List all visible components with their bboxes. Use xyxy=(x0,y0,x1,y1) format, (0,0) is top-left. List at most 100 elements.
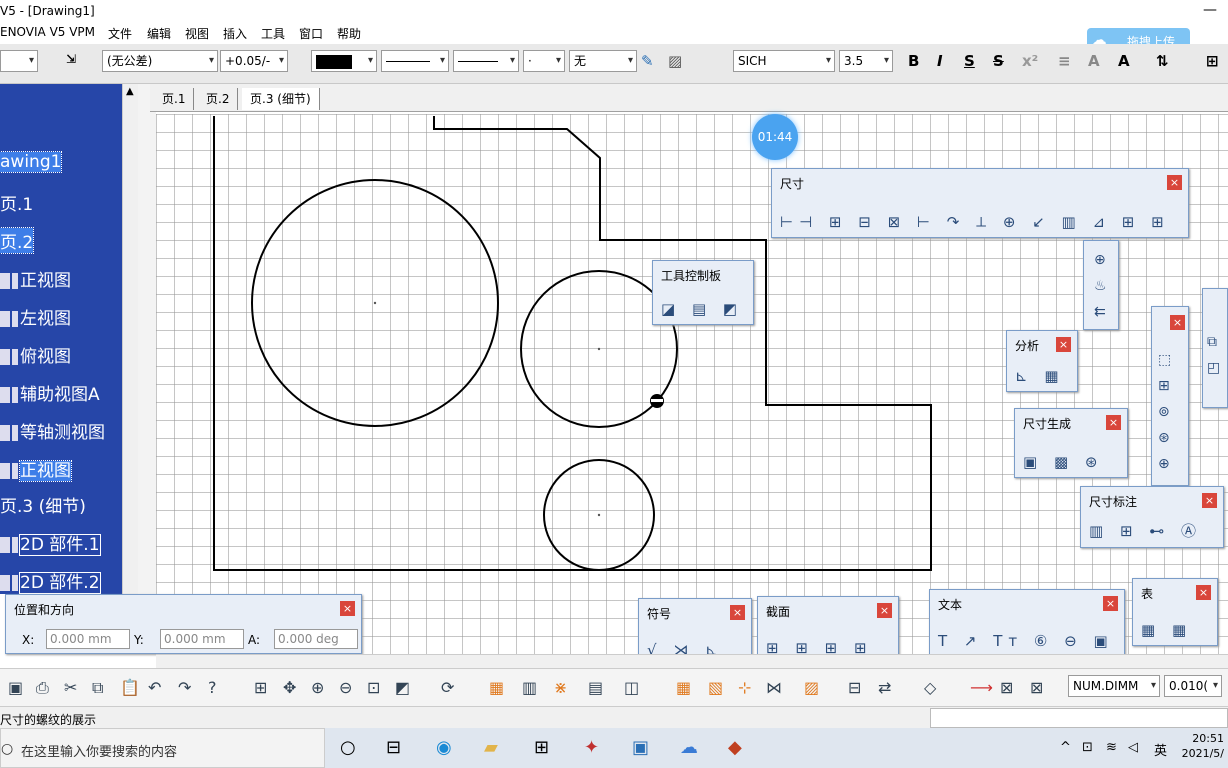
dim-annotation-icons[interactable]: ▥ ⊞ ⊷ Ⓐ xyxy=(1089,520,1202,541)
view-frame-icon[interactable]: ▥ xyxy=(522,678,537,697)
align-icon[interactable]: ≡ xyxy=(1058,52,1071,70)
folder-icon[interactable]: ▰ xyxy=(484,737,498,758)
more-tools-icon[interactable]: ⊞ xyxy=(1206,52,1219,70)
menu-enovia[interactable]: ENOVIA V5 VPM xyxy=(0,25,95,39)
close-icon[interactable]: × xyxy=(1202,493,1217,508)
print-icon[interactable]: ⎙ xyxy=(36,678,49,698)
tree-item-drawing[interactable]: awing1 xyxy=(0,151,63,173)
catia-icon[interactable]: ◆ xyxy=(728,737,742,758)
x-input[interactable]: 0.000 mm xyxy=(46,629,130,649)
task-view-icon[interactable]: ⊟ xyxy=(386,737,401,758)
pattern-combo[interactable]: 无 ▾ xyxy=(569,50,637,72)
cloud-app-icon[interactable]: ☁ xyxy=(680,737,698,758)
menu-edit[interactable]: 编辑 xyxy=(147,25,171,42)
dimension-style-icon[interactable]: ⇲ xyxy=(66,52,76,66)
lineweight-combo[interactable]: ▾ xyxy=(453,50,519,72)
side-tool-icons[interactable]: ⬚ ⊞ ⊚ ⊛ ⊕ xyxy=(1158,347,1171,477)
analysis-icons[interactable]: ⊾ ▦ xyxy=(1015,367,1065,385)
tree-item-part-1[interactable]: 2D 部件.1 xyxy=(0,530,101,556)
layer-icon[interactable]: ◇ xyxy=(924,678,936,697)
close-icon[interactable]: × xyxy=(1196,585,1211,600)
tray-chevron-icon[interactable]: ^ xyxy=(1060,740,1071,755)
hatch-icon[interactable]: ▨ xyxy=(668,52,682,70)
help-icon[interactable]: ? xyxy=(208,678,217,697)
table-icons[interactable]: ▦ ▦ xyxy=(1141,621,1192,639)
store-icon[interactable]: ⊞ xyxy=(534,737,549,758)
close-icon[interactable]: × xyxy=(340,601,355,616)
wifi-icon[interactable]: ≋ xyxy=(1106,740,1117,755)
dimension-tools-icon[interactable]: ⊢⊣ ⊞ ⊟ ⊠ ⊢ ↷ ⟂ ⊕ ↙ ▥ ⊿ ⊞ ⊞ xyxy=(780,213,1170,231)
close-icon[interactable]: × xyxy=(1167,175,1182,190)
cut-icon[interactable]: ✂ xyxy=(64,678,77,697)
detail-icon[interactable]: ◫ xyxy=(624,678,639,697)
menu-view[interactable]: 视图 xyxy=(185,25,209,42)
menu-help[interactable]: 帮助 xyxy=(337,25,361,42)
minimize-button[interactable]: — xyxy=(1203,2,1217,18)
tree-item-aux-view[interactable]: 辅助视图A xyxy=(0,380,100,405)
menu-file[interactable]: 文件 xyxy=(108,25,132,42)
menu-tools[interactable]: 工具 xyxy=(261,25,285,42)
close-icon[interactable]: × xyxy=(1170,315,1185,330)
tree-item-iso-view[interactable]: 等轴测视图 xyxy=(0,418,105,443)
update-icon[interactable]: ▨ xyxy=(804,678,819,697)
angle-input[interactable]: 0.000 deg xyxy=(274,629,358,649)
tolerance-combo[interactable]: (无公差) ▾ xyxy=(102,50,218,72)
tree-item-top-view[interactable]: 俯视图 xyxy=(0,342,71,367)
dimension-icon[interactable]: ▤ xyxy=(588,678,603,697)
measure-icon[interactable]: ⊟ xyxy=(848,678,861,697)
text-frame-icon[interactable]: A xyxy=(1088,52,1100,70)
text-frame-box-icon[interactable]: A xyxy=(1118,52,1130,70)
app-icon[interactable]: ✦ xyxy=(584,737,599,758)
paint-brush-icon[interactable]: ✎ xyxy=(641,52,654,70)
cursor-snap-icon[interactable]: ⊹ xyxy=(738,678,751,697)
tree-item-front-view[interactable]: 正视图 xyxy=(0,266,71,291)
edge-tool-icons[interactable]: ⧉ ◰ xyxy=(1207,329,1220,381)
anchor-icon[interactable]: ⇅ xyxy=(1156,52,1169,70)
tree-item-front-view-2[interactable]: 正视图 xyxy=(0,456,72,482)
precision-combo[interactable]: +0.05/- ▾ xyxy=(220,50,288,72)
tree-item-sheet-2[interactable]: 页.2 xyxy=(0,227,35,254)
tree-item-left-view[interactable]: 左视图 xyxy=(0,304,71,329)
clock[interactable]: 20:51 2021/5/ xyxy=(1182,731,1224,761)
strikethrough-button[interactable]: S xyxy=(993,52,1004,70)
num-value-combo[interactable]: 0.010(▾ xyxy=(1164,675,1222,697)
menu-insert[interactable]: 插入 xyxy=(223,25,247,42)
volume-icon[interactable]: ◁ xyxy=(1128,740,1138,755)
dim-generation-icons[interactable]: ▣ ▩ ⊛ xyxy=(1023,453,1103,471)
grid-icon[interactable]: ▦ xyxy=(489,678,504,697)
y-input[interactable]: 0.000 mm xyxy=(160,629,244,649)
snap-icon[interactable]: ⋇ xyxy=(554,678,567,697)
network-icon[interactable]: ⊡ xyxy=(1082,740,1093,755)
app-2-icon[interactable]: ▣ xyxy=(632,737,649,758)
zoom-out-icon[interactable]: ⊖ xyxy=(339,678,352,697)
filter-icon[interactable]: ⊠ xyxy=(1000,678,1013,697)
color-combo[interactable]: ▾ xyxy=(311,50,377,72)
tree-item-part-2[interactable]: 2D 部件.2 xyxy=(0,568,101,594)
close-icon[interactable]: × xyxy=(730,605,745,620)
grid-2-icon[interactable]: ▦ xyxy=(676,678,691,697)
edge-icon[interactable]: ◉ xyxy=(436,737,452,758)
linetype-combo[interactable]: ▾ xyxy=(381,50,449,72)
line-icon[interactable]: ⟶ xyxy=(970,678,993,697)
taskbar-search[interactable]: ○ 在这里输入你要搜索的内容 xyxy=(0,728,325,768)
command-input[interactable] xyxy=(930,708,1228,728)
zoom-in-icon[interactable]: ⊕ xyxy=(311,678,324,697)
construction-icon[interactable]: ⋈ xyxy=(766,678,782,697)
rotate-icon[interactable]: ⟳ xyxy=(441,678,454,697)
tab-sheet-3[interactable]: 页.3 (细节) xyxy=(242,88,320,110)
close-icon[interactable]: × xyxy=(1106,415,1121,430)
tab-sheet-1[interactable]: 页.1 xyxy=(154,88,195,110)
analysis-icon[interactable]: ▧ xyxy=(708,678,723,697)
filter-2-icon[interactable]: ⊠ xyxy=(1030,678,1043,697)
text-icons[interactable]: T ↗ Tт ⑥ ⊖ ▣ xyxy=(938,632,1114,650)
fit-all-icon[interactable]: ⊞ xyxy=(254,678,267,697)
tree-item-sheet-3[interactable]: 页.3 (细节) xyxy=(0,492,86,517)
superscript-icon[interactable]: x² xyxy=(1022,52,1038,70)
close-icon[interactable]: × xyxy=(1103,596,1118,611)
canvas-hscrollbar[interactable] xyxy=(156,654,1228,668)
copy-icon[interactable]: ⧉ xyxy=(92,678,103,698)
close-icon[interactable]: × xyxy=(1056,337,1071,352)
tab-sheet-2[interactable]: 页.2 xyxy=(198,88,239,110)
tool-palette-icons[interactable]: ◪ ▤ ◩ xyxy=(661,300,743,318)
save-icon[interactable]: ▣ xyxy=(8,678,23,697)
